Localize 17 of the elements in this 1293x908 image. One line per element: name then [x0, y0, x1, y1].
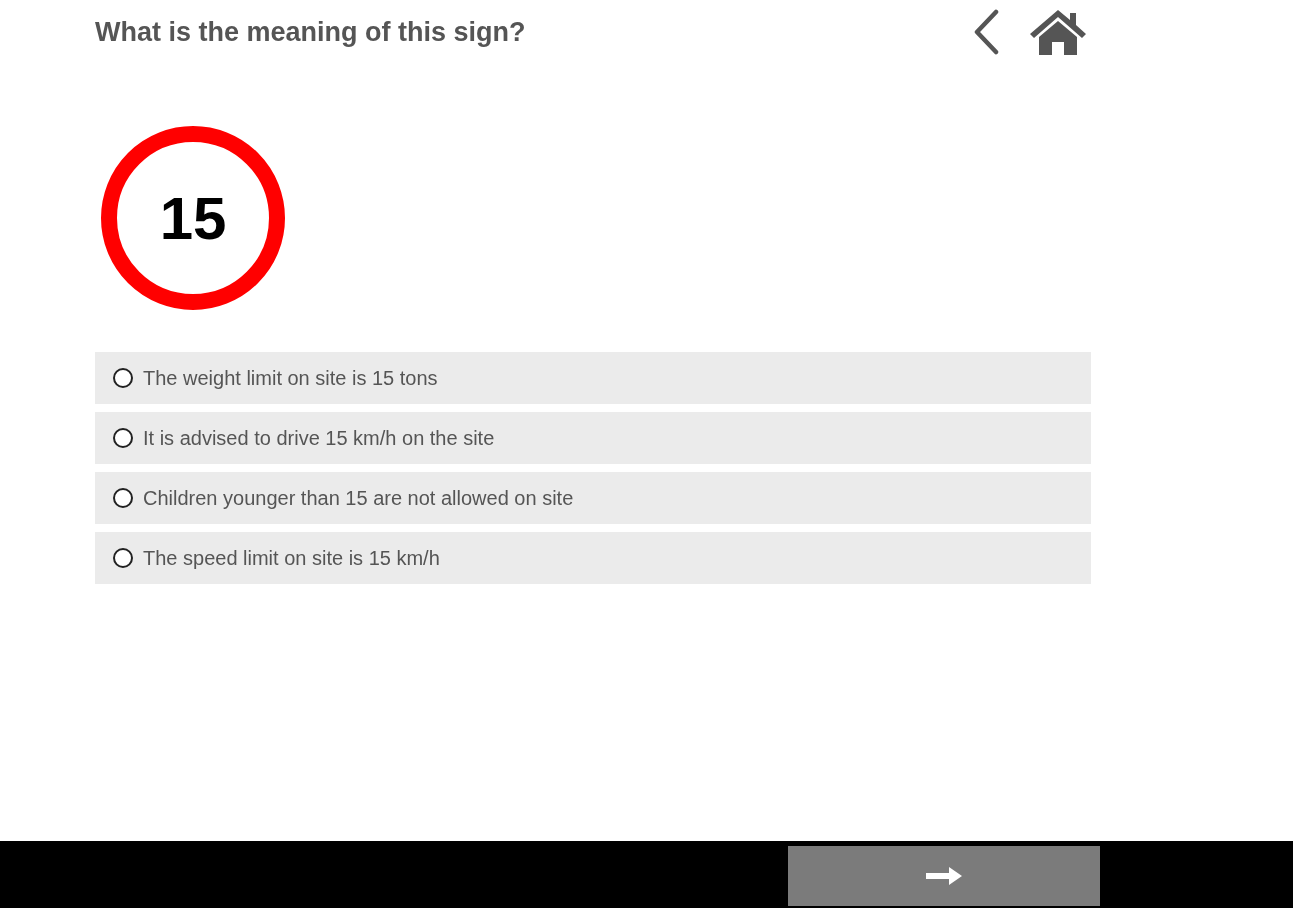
radio-button[interactable] [113, 548, 133, 568]
answer-option[interactable]: Children younger than 15 are not allowed on site [95, 472, 1091, 524]
option-label: It is advised to drive 15 km/h on the site [143, 426, 495, 450]
option-label: Children younger than 15 are not allowed on site [143, 486, 574, 510]
radio-button[interactable] [113, 368, 133, 388]
radio-button[interactable] [113, 488, 133, 508]
radio-button[interactable] [113, 428, 133, 448]
home-icon[interactable] [1029, 8, 1087, 56]
answer-option[interactable]: The speed limit on site is 15 km/h [95, 532, 1091, 584]
option-label: The weight limit on site is 15 tons [143, 366, 438, 390]
answer-option[interactable]: The weight limit on site is 15 tons [95, 352, 1091, 404]
arrow-right-icon [925, 865, 963, 887]
question-title: What is the meaning of this sign? [95, 16, 526, 48]
speed-limit-sign: 15 [101, 126, 285, 310]
answer-option[interactable]: It is advised to drive 15 km/h on the site [95, 412, 1091, 464]
option-label: The speed limit on site is 15 km/h [143, 546, 440, 570]
back-icon[interactable] [973, 9, 999, 55]
